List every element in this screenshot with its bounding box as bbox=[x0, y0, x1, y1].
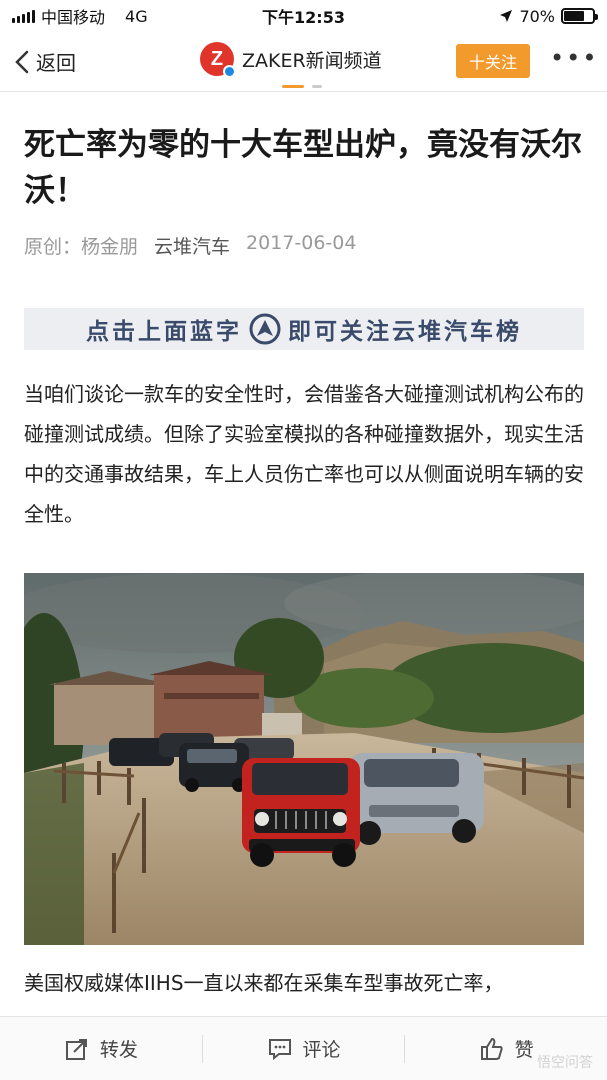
channel-logo: Z bbox=[200, 42, 236, 78]
page-indicator bbox=[282, 85, 322, 88]
page-indicator-inactive bbox=[312, 85, 322, 88]
article-paragraph-2: 美国权威媒体IIHS一直以来都在采集车型事故死亡率， bbox=[24, 971, 504, 995]
share-button[interactable]: 转发 bbox=[0, 1017, 202, 1080]
article-author: 原创：杨金朋 bbox=[24, 236, 139, 258]
bottom-action-bar: 转发 评论 赞 悟空问答 bbox=[0, 1016, 607, 1080]
battery-percent: 70% bbox=[519, 6, 555, 26]
article-photo[interactable] bbox=[24, 573, 584, 945]
location-arrow-icon bbox=[500, 10, 513, 22]
network-type: 4G bbox=[125, 6, 148, 26]
battery-fill bbox=[564, 11, 584, 21]
banner-text-right: 即可关注云堆汽车榜 bbox=[288, 319, 522, 345]
share-icon bbox=[65, 1038, 87, 1060]
cars-on-dirt-road-image bbox=[24, 573, 584, 945]
channel-header[interactable]: Z ZAKER新闻频道 bbox=[200, 42, 382, 78]
follow-button[interactable]: 十关注 bbox=[456, 44, 530, 78]
article-title: 死亡率为零的十大车型出炉，竟没有沃尔沃！ bbox=[24, 127, 582, 209]
back-label: 返回 bbox=[36, 51, 76, 75]
back-button[interactable]: 返回 bbox=[12, 47, 76, 76]
battery-icon bbox=[561, 8, 598, 24]
watermark: 悟空问答 bbox=[537, 1055, 593, 1071]
carrier-name: 中国移动 bbox=[41, 8, 106, 27]
page-indicator-active bbox=[282, 85, 304, 88]
channel-name: ZAKER新闻频道 bbox=[242, 49, 382, 72]
up-arrow-circle-icon bbox=[249, 313, 281, 345]
status-right: 70% bbox=[499, 6, 598, 26]
share-label: 转发 bbox=[99, 1039, 138, 1061]
comment-label: 评论 bbox=[302, 1039, 341, 1061]
article-date: 2017-06-04 bbox=[246, 232, 357, 254]
article-meta: 原创：杨金朋 云堆汽车 2017-06-04 bbox=[24, 232, 356, 259]
channel-logo-letter: Z bbox=[210, 47, 224, 70]
status-bar: 中国移动 4G 下午12:53 70% bbox=[0, 0, 607, 32]
like-label: 赞 bbox=[514, 1039, 534, 1061]
follow-banner: 点击上面蓝字 即可关注云堆汽车榜 bbox=[24, 308, 584, 350]
article-source[interactable]: 云堆汽车 bbox=[154, 232, 230, 259]
nav-bar: 返回 Z ZAKER新闻频道 十关注 ••• bbox=[0, 32, 607, 92]
comment-icon bbox=[268, 1038, 291, 1060]
banner-text-left: 点击上面蓝字 bbox=[86, 319, 242, 345]
verified-badge-icon bbox=[223, 65, 236, 78]
signal-icon bbox=[12, 9, 35, 23]
article-paragraph: 当咱们谈论一款车的安全性时，会借鉴各大碰撞测试机构公布的碰撞测试成绩。但除了实验… bbox=[24, 382, 584, 526]
thumbs-up-icon bbox=[480, 1037, 503, 1060]
status-left: 中国移动 4G bbox=[12, 4, 148, 28]
more-icon[interactable]: ••• bbox=[550, 46, 598, 70]
chevron-left-icon bbox=[15, 50, 29, 73]
comment-button[interactable]: 评论 bbox=[203, 1017, 405, 1080]
